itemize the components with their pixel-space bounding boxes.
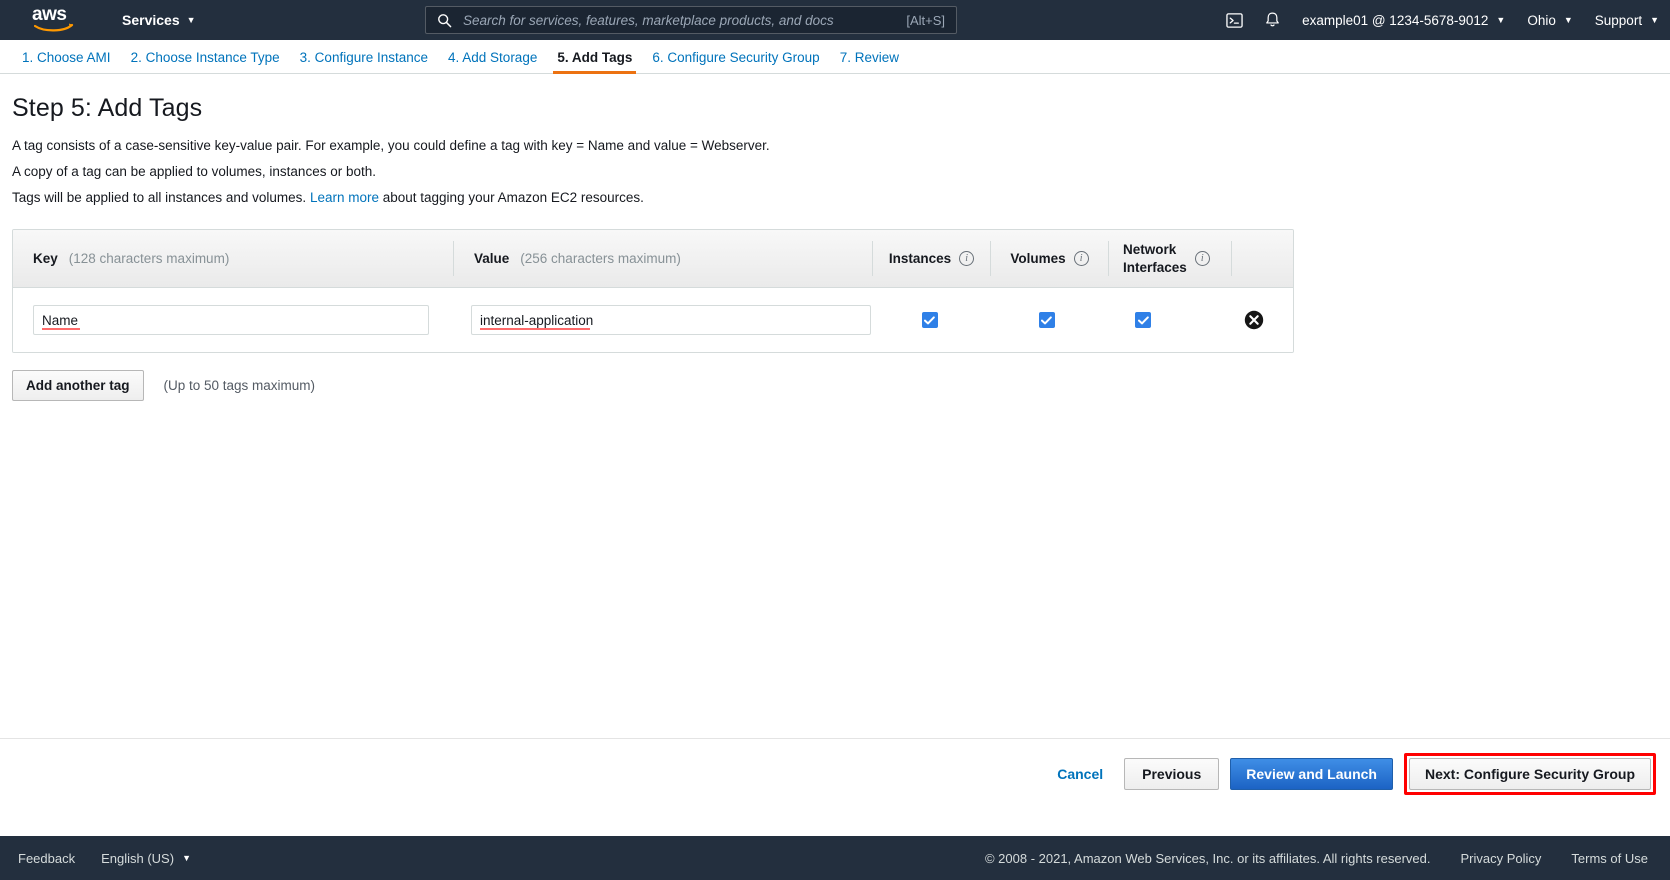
copyright-text: © 2008 - 2021, Amazon Web Services, Inc.… [984, 850, 1431, 866]
description-line-2: A copy of a tag can be applied to volume… [12, 163, 376, 179]
wizard-tab-add-tags[interactable]: 5. Add Tags [547, 50, 642, 74]
info-icon[interactable]: i [1073, 251, 1089, 267]
volumes-checkbox[interactable] [1038, 312, 1055, 329]
services-menu[interactable]: Services ▼ [122, 12, 196, 28]
network-header-line2: Interfaces [1123, 259, 1187, 275]
network-interfaces-column-header: Network Interfaces i [1109, 230, 1231, 287]
network-header-line1: Network [1123, 242, 1177, 258]
wizard-tab-add-storage[interactable]: 4. Add Storage [438, 50, 547, 74]
aws-logo[interactable]: aws [32, 4, 78, 34]
tag-value-cell [453, 305, 871, 336]
chevron-down-icon: ▼ [182, 852, 191, 863]
value-header-hint: (256 characters maximum) [520, 251, 681, 267]
notifications-bell-icon [1265, 12, 1279, 27]
info-icon[interactable]: i [959, 251, 975, 267]
footer-right-group: © 2008 - 2021, Amazon Web Services, Inc.… [985, 851, 1670, 866]
chevron-down-icon: ▼ [1650, 14, 1659, 25]
tag-value-input[interactable] [471, 305, 871, 336]
terms-of-use-link[interactable]: Terms of Use [1571, 851, 1648, 866]
search-icon [438, 13, 452, 27]
language-label: English (US) [101, 850, 175, 866]
wizard-tab-configure-instance[interactable]: 3. Configure Instance [290, 50, 438, 74]
region-label: Ohio [1527, 12, 1556, 28]
account-menu[interactable]: example01 @ 1234-5678-9012 ▼ [1291, 0, 1516, 40]
footer-left-group: Feedback English (US) ▼ [0, 851, 191, 866]
support-label: Support [1594, 12, 1643, 28]
checkmark-icon [1137, 316, 1149, 325]
privacy-policy-link[interactable]: Privacy Policy [1461, 851, 1542, 866]
instances-header-label: Instances [888, 251, 952, 267]
page-title: Step 5: Add Tags [12, 94, 203, 122]
top-nav-right-group: example01 @ 1234-5678-9012 ▼ Ohio ▼ Supp… [1215, 0, 1670, 40]
checkmark-icon [924, 316, 935, 325]
aws-logo-smile-icon [34, 23, 74, 32]
column-divider [1231, 241, 1232, 277]
description-line-1: A tag consists of a case-sensitive key-v… [12, 138, 770, 153]
top-navigation-bar: aws Services ▼ Search for services, feat… [0, 0, 1670, 40]
description-line-3: Tags will be applied to all instances an… [12, 189, 1658, 207]
key-header-label: Key [33, 251, 58, 267]
account-label: example01 @ 1234-5678-9012 [1302, 12, 1489, 28]
wizard-tab-review[interactable]: 7. Review [830, 50, 909, 74]
wizard-action-bar: Cancel Previous Review and Launch Next: … [0, 738, 1670, 808]
value-header-label: Value [474, 251, 510, 267]
info-icon[interactable]: i [1194, 251, 1210, 267]
wizard-step-tabs: 1. Choose AMI 2. Choose Instance Type 3.… [0, 40, 1670, 74]
network-interfaces-checkbox[interactable] [1135, 312, 1151, 329]
add-tag-row: Add another tag (Up to 50 tags maximum) [12, 370, 1658, 402]
review-and-launch-button[interactable]: Review and Launch [1230, 757, 1393, 790]
region-menu[interactable]: Ohio ▼ [1516, 0, 1583, 40]
description-line-3-after: about tagging your Amazon EC2 resources. [382, 189, 644, 205]
key-header-hint: (128 characters maximum) [68, 251, 230, 267]
search-placeholder: Search for services, features, marketpla… [463, 12, 834, 28]
previous-button[interactable]: Previous [1124, 757, 1220, 790]
wizard-tab-configure-security-group[interactable]: 6. Configure Security Group [642, 50, 829, 74]
checkmark-icon [1041, 316, 1052, 325]
language-selector[interactable]: English (US) ▼ [101, 851, 191, 866]
cancel-button[interactable]: Cancel [1047, 766, 1113, 782]
tags-table: Key (128 characters maximum) Value (256 … [12, 229, 1294, 354]
value-column-header: Value (256 characters maximum) [454, 251, 872, 266]
support-menu[interactable]: Support ▼ [1584, 0, 1670, 40]
add-another-tag-button[interactable]: Add another tag [12, 370, 144, 402]
notifications-button[interactable] [1253, 0, 1291, 40]
volumes-column-header: Volumes i [991, 230, 1108, 287]
search-shortcut-hint: [Alt+S] [906, 12, 945, 28]
main-content: Step 5: Add Tags A tag consists of a cas… [0, 94, 1670, 402]
cloudshell-icon [1225, 12, 1243, 28]
global-search-box[interactable]: Search for services, features, marketpla… [425, 6, 957, 34]
wizard-tab-choose-instance-type[interactable]: 2. Choose Instance Type [121, 50, 290, 74]
next-configure-security-group-button[interactable]: Next: Configure Security Group [1408, 757, 1651, 790]
chevron-down-icon: ▼ [186, 14, 196, 25]
services-menu-label: Services [122, 12, 180, 28]
chevron-down-icon: ▼ [1563, 14, 1573, 25]
chevron-down-icon: ▼ [1496, 14, 1506, 25]
description-line-3-before: Tags will be applied to all instances an… [12, 189, 307, 205]
aws-logo-text: aws [32, 4, 67, 25]
volumes-header-label: Volumes [1010, 251, 1066, 267]
cloudshell-button[interactable] [1215, 0, 1253, 40]
learn-more-link[interactable]: Learn more [310, 190, 379, 205]
feedback-link[interactable]: Feedback [18, 851, 75, 866]
page-footer: Feedback English (US) ▼ © 2008 - 2021, A… [0, 836, 1670, 880]
instances-checkbox[interactable] [921, 312, 938, 329]
wizard-tab-choose-ami[interactable]: 1. Choose AMI [12, 50, 121, 74]
instances-column-header: Instances i [873, 230, 990, 287]
key-column-header: Key (128 characters maximum) [13, 251, 453, 266]
tag-key-input[interactable] [33, 305, 429, 336]
tag-key-cell [13, 305, 453, 336]
volumes-checkbox-cell [988, 312, 1105, 329]
tags-table-header: Key (128 characters maximum) Value (256 … [13, 230, 1293, 289]
network-interfaces-checkbox-cell [1105, 312, 1227, 329]
instances-checkbox-cell [871, 312, 988, 329]
table-row [13, 288, 1293, 353]
remove-tag-cell [1227, 310, 1293, 330]
remove-tag-icon[interactable] [1244, 310, 1264, 330]
add-tag-hint: (Up to 50 tags maximum) [163, 378, 316, 394]
next-button-highlight: Next: Configure Security Group [1403, 752, 1656, 795]
